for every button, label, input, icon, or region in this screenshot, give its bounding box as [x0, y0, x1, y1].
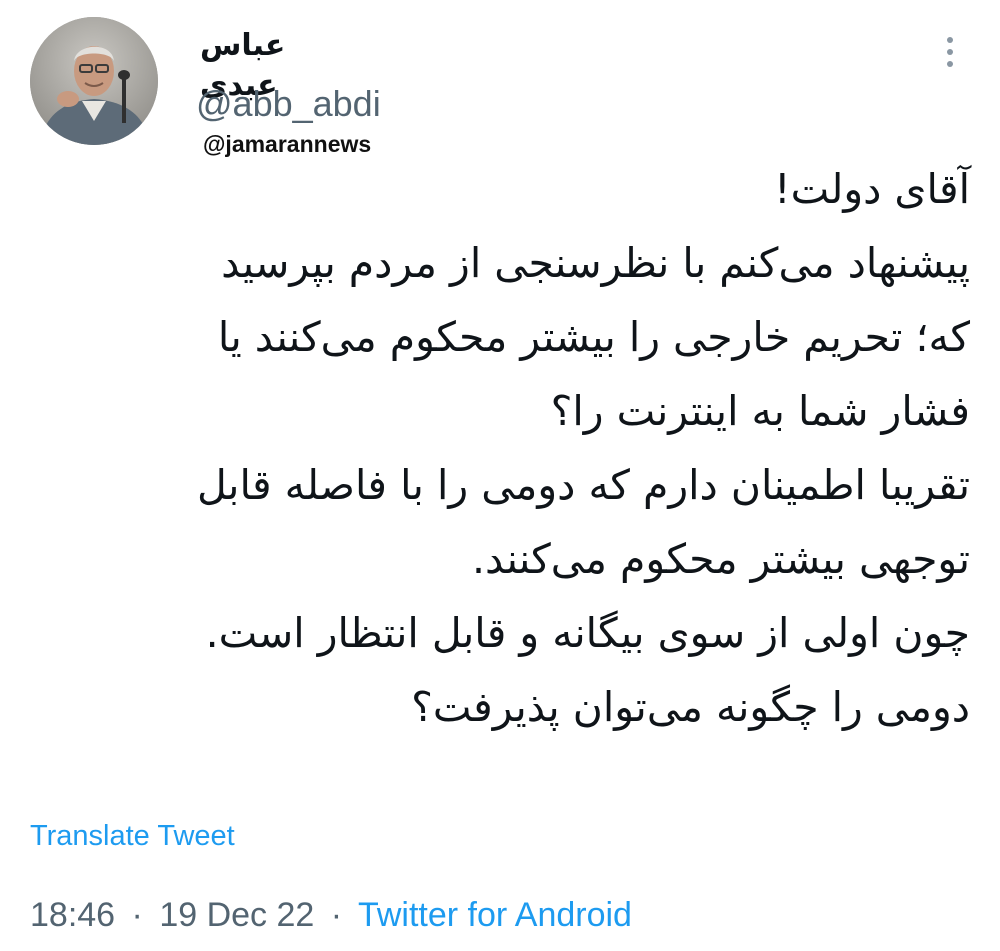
meta-separator: ·	[330, 896, 343, 934]
tweet-line: پیشنهاد می‌کنم با نظرسنجی از مردم بپرسید	[221, 239, 970, 287]
person-photo-avatar-icon	[30, 17, 158, 145]
tweet-line: آقای دولت!	[774, 165, 970, 213]
tweet-line: تقریبا اطمینان دارم که دومی را با فاصله …	[196, 461, 970, 509]
tweet-line: چون اولی از سوی بیگانه و قابل انتظار است…	[205, 609, 970, 657]
tweet-meta: 18:46 · 19 Dec 22 · Twitter for Android	[30, 894, 632, 936]
meta-separator: ·	[131, 896, 143, 934]
tweet-line: دومی را چگونه می‌توان پذیرفت؟	[411, 683, 970, 731]
tweet-time[interactable]: 18:46	[30, 896, 115, 934]
user-handle[interactable]: @abb_abdi	[196, 82, 381, 126]
tweet-source-link[interactable]: Twitter for Android	[358, 896, 632, 934]
more-vertical-icon[interactable]	[940, 34, 960, 70]
tweet-line: توجهی بیشتر محکوم می‌کنند.	[471, 535, 970, 583]
tweet-line: فشار شما به اینترنت را؟	[550, 387, 970, 435]
tweet-date[interactable]: 19 Dec 22	[159, 896, 314, 934]
tweet-text: آقای دولت! پیشنهاد می‌کنم با نظرسنجی از …	[30, 152, 970, 744]
tweet-line: که؛ تحریم خارجی را بیشتر محکوم می‌کنند ی…	[217, 313, 970, 361]
translate-tweet-link[interactable]: Translate Tweet	[30, 818, 235, 854]
avatar[interactable]	[30, 17, 158, 145]
